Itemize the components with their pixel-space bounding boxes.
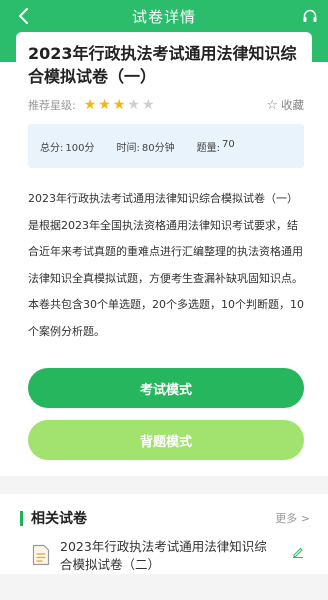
related-title: 相关试卷 [31, 511, 87, 527]
info-count-label: 题量: [196, 142, 220, 154]
info-total-value: 100分 [65, 142, 95, 154]
back-chevron-icon[interactable] [14, 6, 34, 26]
related-header: 相关试卷 更多 > [16, 508, 312, 528]
info-time: 时间: 80分钟 [116, 139, 174, 154]
collect-button[interactable]: ☆ 收藏 [266, 97, 304, 113]
headset-icon[interactable] [302, 8, 318, 24]
info-count: 题量: 70 [197, 139, 235, 154]
info-count-value: 70 [221, 138, 235, 150]
info-time-label: 时间: [116, 142, 140, 154]
star-empty-icon: ★ [127, 97, 140, 113]
paper-info-box: 总分: 100分 时间: 80分钟 题量: 70 [28, 124, 304, 168]
star-empty-icon: ★ [141, 97, 155, 113]
related-item[interactable]: 2023年行政执法考试通用法律知识综合模拟试卷（二） [32, 538, 308, 578]
star-filled-icon: ★ [98, 97, 111, 113]
paper-title: 2023年行政执法考试通用法律知识综合模拟试卷（一） [28, 44, 297, 86]
page-title: 试卷详情 [131, 7, 196, 26]
nav-bar: 试卷详情 [0, 0, 328, 32]
star-filled-icon: ★ [112, 97, 126, 113]
related-item-title: 2023年行政执法考试通用法律知识综合模拟试卷（二） [60, 539, 267, 572]
collect-label: 收藏 [281, 98, 304, 112]
memorize-mode-button[interactable]: 背题模式 [28, 420, 304, 460]
related-papers-section: 相关试卷 更多 > 2023年行政执法考试通用法律知识综合模拟试卷（二） [16, 494, 312, 574]
more-link[interactable]: 更多 > [275, 510, 310, 526]
paper-description: 2023年行政执法考试通用法律知识综合模拟试卷（一）是根据2023年全国执法资格… [28, 192, 304, 338]
section-divider [0, 476, 328, 494]
rating-label: 推荐星级: [28, 99, 76, 112]
star-rating: ★ ★ ★ ★ ★ [84, 98, 155, 112]
edit-pencil-icon[interactable] [292, 546, 304, 558]
info-total: 总分: 100分 [40, 139, 94, 154]
paper-detail-card: 2023年行政执法考试通用法律知识综合模拟试卷（一） 推荐星级: ★ ★ ★ ★ ★ ☆… [16, 32, 312, 476]
bottom-background [0, 574, 328, 600]
info-time-value: 80分钟 [141, 142, 175, 154]
document-icon [32, 544, 50, 566]
exam-mode-button[interactable]: 考试模式 [28, 368, 304, 408]
star-filled-icon: ★ [83, 97, 97, 113]
star-outline-icon: ☆ [266, 97, 278, 113]
rating-row: 推荐星级: ★ ★ ★ ★ ★ ☆ 收藏 [28, 96, 304, 114]
info-total-label: 总分: [40, 142, 64, 154]
section-accent-bar [20, 510, 23, 526]
